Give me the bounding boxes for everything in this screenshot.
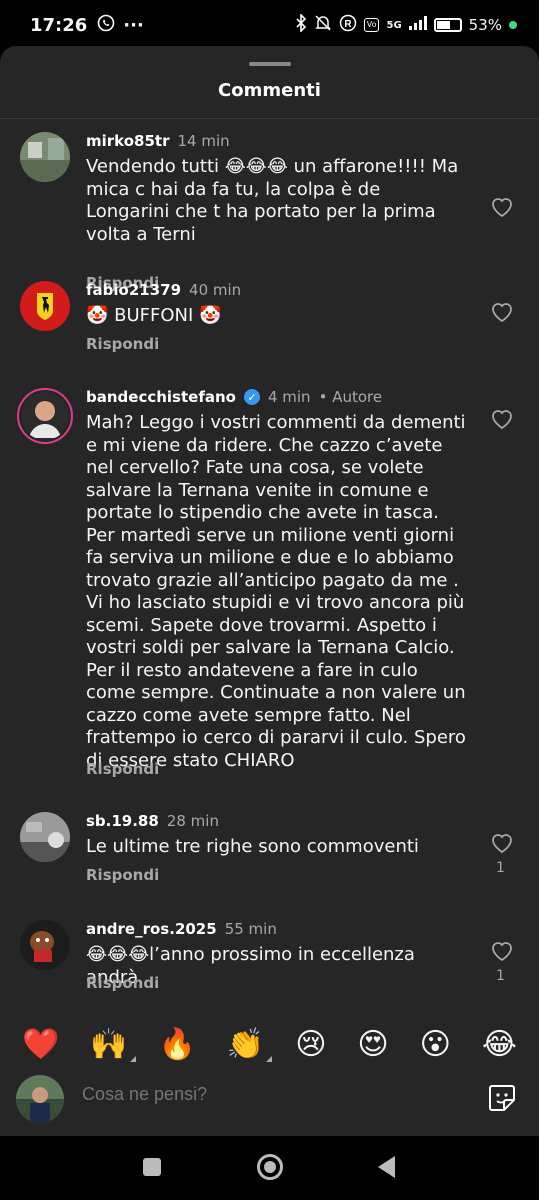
reply-button[interactable]: Rispondi bbox=[86, 760, 159, 778]
emoji-joy[interactable]: 😂 bbox=[482, 1027, 517, 1062]
emoji-raised-hands[interactable]: 🙌 bbox=[90, 1027, 137, 1062]
comment-meta: fabio21379 40 min bbox=[86, 281, 241, 299]
avatar[interactable] bbox=[20, 281, 70, 331]
verified-badge-icon: ✓ bbox=[243, 389, 260, 405]
comment-time: 55 min bbox=[224, 920, 277, 938]
comment-time: 4 min bbox=[267, 388, 311, 406]
back-button[interactable] bbox=[378, 1156, 395, 1178]
bluetooth-icon bbox=[295, 13, 307, 36]
battery-icon bbox=[433, 18, 462, 32]
divider bbox=[0, 118, 539, 119]
emoji-clap[interactable]: 👏 bbox=[227, 1027, 273, 1062]
drag-handle[interactable] bbox=[249, 62, 291, 66]
emoji-fire[interactable]: 🔥 bbox=[159, 1027, 196, 1062]
reply-button[interactable]: Rispondi bbox=[86, 974, 159, 992]
like-icon[interactable] bbox=[490, 301, 514, 323]
comment-text: 🤡 BUFFONI 🤡 bbox=[86, 305, 222, 326]
home-button[interactable] bbox=[257, 1154, 283, 1180]
avatar[interactable] bbox=[20, 920, 70, 970]
comment-time: 28 min bbox=[166, 812, 219, 830]
recents-button[interactable] bbox=[143, 1158, 161, 1176]
emoji-heart-eyes[interactable]: 😍 bbox=[357, 1027, 388, 1062]
avatar[interactable] bbox=[20, 132, 70, 182]
comment-username[interactable]: andre_ros.2025 bbox=[86, 920, 217, 938]
like-icon[interactable] bbox=[490, 832, 514, 854]
status-bar: 17:26 ··· R Vo 5G 53% bbox=[0, 0, 539, 50]
comment-text: Vendendo tutti 😂😂😂 un affarone!!!! Ma mi… bbox=[86, 156, 459, 245]
battery-percent: 53% bbox=[468, 16, 502, 34]
like-icon[interactable] bbox=[490, 196, 514, 218]
whatsapp-icon bbox=[97, 14, 115, 37]
avatar[interactable] bbox=[17, 388, 73, 444]
network-label: 5G bbox=[386, 19, 402, 31]
comment-username[interactable]: sb.19.88 bbox=[86, 812, 159, 830]
reply-button[interactable]: Rispondi bbox=[86, 866, 159, 884]
mute-icon bbox=[314, 14, 332, 36]
comment-text: Le ultime tre righe sono commoventi bbox=[86, 836, 419, 857]
svg-text:R: R bbox=[344, 19, 352, 30]
system-nav-bar bbox=[0, 1136, 539, 1200]
comment-meta: bandecchistefano ✓ 4 min • Autore bbox=[86, 388, 382, 406]
comment-meta: mirko85tr 14 min bbox=[86, 132, 230, 150]
comment-username[interactable]: mirko85tr bbox=[86, 132, 170, 150]
like-icon[interactable] bbox=[490, 940, 514, 962]
status-time: 17:26 bbox=[30, 14, 88, 36]
sticker-icon[interactable] bbox=[486, 1082, 518, 1114]
comment-username[interactable]: bandecchistefano bbox=[86, 388, 236, 406]
comment-input[interactable] bbox=[82, 1084, 462, 1105]
emoji-crying[interactable]: 😢 bbox=[295, 1027, 326, 1062]
volte-icon: Vo bbox=[363, 18, 380, 32]
sheet-title: Commenti bbox=[218, 80, 321, 101]
signal-icon bbox=[408, 16, 427, 34]
my-avatar bbox=[16, 1075, 64, 1123]
emoji-surprised[interactable]: 😮 bbox=[420, 1027, 451, 1062]
comment-input-row bbox=[0, 1072, 539, 1124]
registered-icon: R bbox=[339, 14, 357, 36]
author-tag: • Autore bbox=[318, 388, 383, 406]
like-count: 1 bbox=[496, 968, 505, 984]
comment-text: Mah? Leggo i vostri commenti da dementi … bbox=[86, 412, 466, 771]
emoji-heart[interactable]: ❤️ bbox=[22, 1027, 59, 1062]
comments-sheet: Commenti mirko85tr 14 min Vendendo tutti… bbox=[0, 46, 539, 1136]
comment-username[interactable]: fabio21379 bbox=[86, 281, 181, 299]
comment-time: 40 min bbox=[189, 281, 242, 299]
privacy-dot bbox=[509, 21, 517, 29]
emoji-bar: ❤️ 🙌 🔥 👏 😢 😍 😮 😂 bbox=[0, 1022, 539, 1066]
comment-meta: andre_ros.2025 55 min bbox=[86, 920, 277, 938]
more-notifications-icon: ··· bbox=[123, 14, 144, 36]
like-count: 1 bbox=[496, 860, 505, 876]
comment-meta: sb.19.88 28 min bbox=[86, 812, 219, 830]
reply-button[interactable]: Rispondi bbox=[86, 335, 159, 353]
comment-time: 14 min bbox=[177, 132, 230, 150]
avatar[interactable] bbox=[20, 812, 70, 862]
like-icon[interactable] bbox=[490, 408, 514, 430]
